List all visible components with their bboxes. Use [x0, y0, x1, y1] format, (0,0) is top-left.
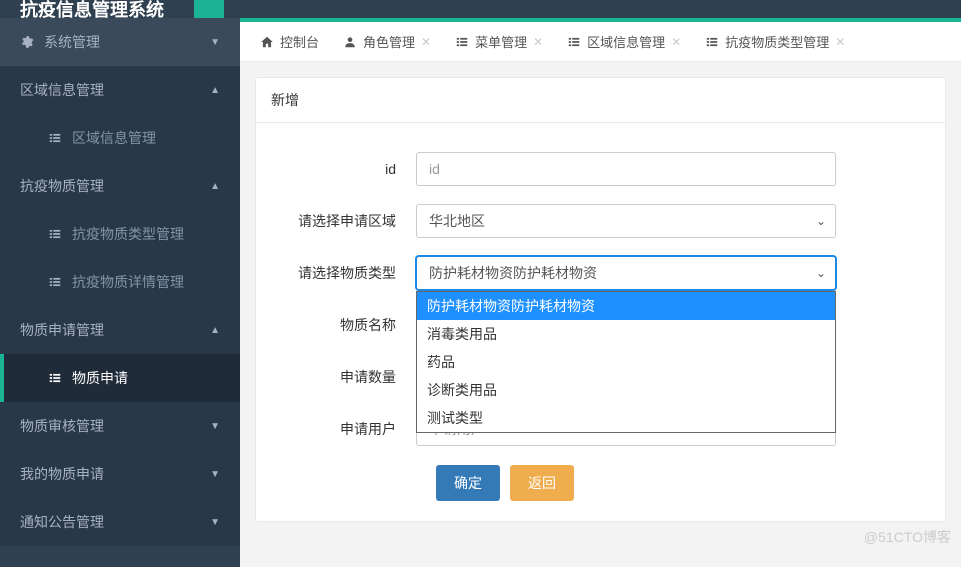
close-icon[interactable]: ✕	[533, 35, 543, 49]
sidebar-item-label: 我的物质申请	[20, 464, 104, 484]
label-region: 请选择申请区域	[276, 211, 416, 231]
tab-label: 抗疫物质类型管理	[725, 32, 829, 51]
sidebar-item-label: 物质申请	[72, 368, 128, 388]
sidebar-item-label: 抗疫物质类型管理	[72, 224, 184, 244]
user-icon	[343, 35, 357, 49]
sidebar-item-review[interactable]: 物质审核管理 ▼	[0, 402, 240, 450]
panel-title: 新增	[256, 78, 945, 123]
close-icon[interactable]: ✕	[835, 35, 845, 49]
sidebar-item-label: 抗疫物质管理	[20, 176, 104, 196]
top-accent-bar	[240, 18, 961, 22]
watermark: @51CTO博客	[864, 527, 951, 547]
dropdown-option[interactable]: 药品	[417, 348, 835, 376]
sidebar-item-apply[interactable]: 物质申请管理 ▲	[0, 306, 240, 354]
sidebar-sub-material-detail[interactable]: 抗疫物质详情管理	[0, 258, 240, 306]
caret-down-icon: ▼	[210, 469, 220, 480]
tab-console[interactable]: 控制台	[250, 22, 329, 62]
caret-down-icon: ▼	[210, 517, 220, 528]
home-icon	[260, 35, 274, 49]
sidebar-item-label: 通知公告管理	[20, 512, 104, 532]
label-name: 物质名称	[276, 315, 416, 335]
dropdown-option[interactable]: 诊断类用品	[417, 376, 835, 404]
sidebar-item-label: 物质审核管理	[20, 416, 104, 436]
list-icon	[455, 35, 469, 49]
tab-bar: 控制台 角色管理 ✕ 菜单管理 ✕ 区域信息管理 ✕ 抗疫物质类型管理 ✕	[240, 22, 961, 62]
region-select[interactable]: 华北地区	[416, 204, 836, 238]
list-icon	[567, 35, 581, 49]
close-icon[interactable]: ✕	[421, 35, 431, 49]
tab-role[interactable]: 角色管理 ✕	[333, 22, 441, 62]
label-material-type: 请选择物质类型	[276, 263, 416, 283]
app-header: 抗疫信息管理系统	[0, 0, 961, 18]
logo-block	[194, 0, 224, 18]
tab-label: 控制台	[280, 32, 319, 51]
sidebar-item-my-apply[interactable]: 我的物质申请 ▼	[0, 450, 240, 498]
label-user: 申请用户	[276, 419, 416, 439]
sidebar-item-system[interactable]: 系统管理 ▼	[0, 18, 240, 66]
material-type-select[interactable]: 防护耗材物资防护耗材物资	[416, 256, 836, 290]
submit-button[interactable]: 确定	[436, 465, 500, 501]
dropdown-option[interactable]: 消毒类用品	[417, 320, 835, 348]
caret-down-icon: ▼	[210, 37, 220, 48]
label-id: id	[276, 161, 416, 177]
sidebar: 系统管理 ▼ 区域信息管理 ▲ 区域信息管理 抗疫物质管理 ▲ 抗疫物质类型管理	[0, 18, 240, 567]
tab-label: 菜单管理	[475, 32, 527, 51]
label-quantity: 申请数量	[276, 367, 416, 387]
sidebar-sub-area-info[interactable]: 区域信息管理	[0, 114, 240, 162]
caret-down-icon: ▼	[210, 421, 220, 432]
tab-area[interactable]: 区域信息管理 ✕	[557, 22, 691, 62]
back-button[interactable]: 返回	[510, 465, 574, 501]
material-type-dropdown: 防护耗材物资防护耗材物资 消毒类用品 药品 诊断类用品 测试类型	[416, 291, 836, 433]
list-icon	[48, 371, 62, 385]
sidebar-item-notice[interactable]: 通知公告管理 ▼	[0, 498, 240, 546]
tab-label: 区域信息管理	[587, 32, 665, 51]
sidebar-item-label: 系统管理	[44, 32, 100, 52]
tab-menu[interactable]: 菜单管理 ✕	[445, 22, 553, 62]
dropdown-option[interactable]: 防护耗材物资防护耗材物资	[417, 292, 835, 320]
sidebar-item-area-info[interactable]: 区域信息管理 ▲	[0, 66, 240, 114]
sidebar-item-label: 抗疫物质详情管理	[72, 272, 184, 292]
id-input[interactable]	[416, 152, 836, 186]
sidebar-item-label: 物质申请管理	[20, 320, 104, 340]
dropdown-option[interactable]: 测试类型	[417, 404, 835, 432]
close-icon[interactable]: ✕	[671, 35, 681, 49]
tab-label: 角色管理	[363, 32, 415, 51]
tab-material-type[interactable]: 抗疫物质类型管理 ✕	[695, 22, 855, 62]
list-icon	[48, 275, 62, 289]
list-icon	[48, 131, 62, 145]
gear-icon	[20, 35, 34, 49]
list-icon	[48, 227, 62, 241]
main-area: 控制台 角色管理 ✕ 菜单管理 ✕ 区域信息管理 ✕ 抗疫物质类型管理 ✕	[240, 18, 961, 567]
caret-up-icon: ▲	[210, 181, 220, 192]
caret-up-icon: ▲	[210, 85, 220, 96]
content: 新增 id 请选择申请区域 华北地区 ⌄	[240, 62, 961, 567]
sidebar-sub-apply[interactable]: 物质申请	[0, 354, 240, 402]
sidebar-item-label: 区域信息管理	[72, 128, 156, 148]
list-icon	[705, 35, 719, 49]
caret-up-icon: ▲	[210, 325, 220, 336]
form-panel: 新增 id 请选择申请区域 华北地区 ⌄	[255, 77, 946, 522]
sidebar-item-material[interactable]: 抗疫物质管理 ▲	[0, 162, 240, 210]
sidebar-sub-material-type[interactable]: 抗疫物质类型管理	[0, 210, 240, 258]
sidebar-item-label: 区域信息管理	[20, 80, 104, 100]
